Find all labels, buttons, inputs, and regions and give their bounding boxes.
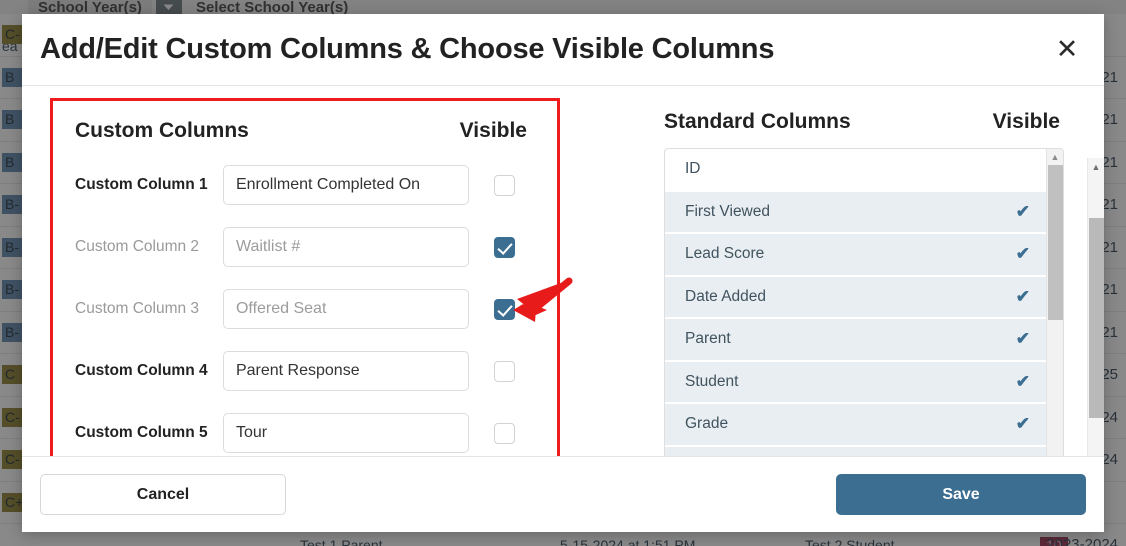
custom-column-name-input[interactable] [222, 227, 469, 267]
custom-column-name-input[interactable] [222, 165, 469, 205]
standard-column-label: ID [685, 160, 701, 178]
triangle-up-icon[interactable]: ▲ [1047, 149, 1063, 164]
visible-checkbox[interactable] [494, 298, 516, 320]
standard-column-row[interactable]: Date Added ✔ [665, 276, 1046, 319]
custom-columns-visible-heading: Visible [459, 119, 527, 142]
custom-columns-dialog: Add/Edit Custom Columns & Choose Visible… [22, 14, 1104, 532]
standard-column-row[interactable]: Lead Score ✔ [665, 234, 1046, 277]
standard-column-label: First Viewed [685, 202, 770, 220]
custom-column-visible-cell [469, 298, 541, 320]
check-icon[interactable]: ✔ [1016, 202, 1030, 222]
cancel-button[interactable]: Cancel [40, 474, 286, 515]
standard-column-row[interactable]: ID [665, 149, 1046, 192]
check-icon[interactable]: ✔ [1016, 329, 1030, 349]
custom-column-row: Custom Column 1 [69, 165, 541, 205]
check-icon[interactable]: ✔ [1016, 414, 1030, 434]
visible-checkbox[interactable] [494, 422, 516, 444]
dialog-body: Custom Columns Visible Custom Column 1Cu… [22, 86, 1104, 456]
standard-columns-list[interactable]: ID First Viewed ✔ Lead Score ✔ Date Added ✔ Par… [665, 149, 1046, 456]
standard-columns-list-container: ID First Viewed ✔ Lead Score ✔ Date Added ✔ Par… [664, 148, 1064, 456]
standard-column-label: Date Added [685, 287, 767, 305]
check-icon[interactable]: ✔ [1016, 287, 1030, 307]
close-icon[interactable]: ✕ [1050, 33, 1084, 67]
custom-column-visible-cell [469, 174, 541, 196]
triangle-up-icon[interactable]: ▲ [1088, 158, 1104, 175]
custom-columns-section: Custom Columns Visible Custom Column 1Cu… [50, 98, 560, 456]
custom-column-label: Custom Column 4 [75, 362, 208, 379]
custom-column-visible-cell [469, 236, 541, 258]
custom-columns-header: Custom Columns Visible [69, 119, 541, 143]
standard-column-row[interactable]: Student ✔ [665, 361, 1046, 404]
custom-column-label: Custom Column 1 [75, 176, 208, 193]
custom-column-label: Custom Column 3 [75, 300, 200, 317]
standard-column-label: Lead Score [685, 245, 765, 263]
custom-column-name-input[interactable] [222, 351, 469, 391]
check-icon[interactable]: ✔ [1016, 372, 1030, 392]
dialog-scrollbar-thumb[interactable] [1089, 218, 1104, 418]
dialog-header: Add/Edit Custom Columns & Choose Visible… [22, 14, 1104, 86]
standard-column-row[interactable] [665, 446, 1046, 456]
dialog-scrollbar[interactable]: ▲ ▼ [1087, 158, 1104, 456]
standard-column-row[interactable]: First Viewed ✔ [665, 191, 1046, 234]
standard-column-row[interactable]: Parent ✔ [665, 319, 1046, 362]
scrollbar-thumb[interactable] [1048, 165, 1063, 320]
visible-checkbox[interactable] [494, 236, 516, 258]
custom-column-name-input[interactable] [222, 413, 469, 453]
standard-column-label: Grade [685, 415, 729, 433]
custom-column-visible-cell [469, 422, 541, 444]
visible-checkbox[interactable] [494, 174, 516, 196]
page-title: Add/Edit Custom Columns & Choose Visible… [40, 33, 775, 65]
custom-column-row: Custom Column 3 [69, 289, 541, 329]
custom-column-label: Custom Column 2 [75, 238, 200, 255]
standard-column-row[interactable]: Grade ✔ [665, 404, 1046, 447]
custom-columns-list: Custom Column 1 Custom Column 2 Custom Col… [69, 165, 541, 453]
standard-column-label: Parent [685, 330, 731, 348]
save-button[interactable]: Save [836, 474, 1086, 515]
custom-column-name-input[interactable] [222, 289, 469, 329]
custom-column-label: Custom Column 5 [75, 424, 208, 441]
custom-column-visible-cell [469, 360, 541, 382]
standard-columns-heading: Standard Columns [664, 110, 851, 133]
standard-columns-visible-heading: Visible [992, 110, 1060, 133]
standard-column-label: Student [685, 372, 739, 390]
standard-columns-scrollbar[interactable]: ▲ [1046, 149, 1063, 456]
dialog-footer: Cancel Save [22, 456, 1104, 532]
custom-columns-heading: Custom Columns [75, 119, 249, 142]
custom-column-row: Custom Column 2 [69, 227, 541, 267]
standard-columns-header: Standard Columns Visible [642, 98, 1072, 134]
custom-column-row: Custom Column 4 [69, 351, 541, 391]
check-icon[interactable]: ✔ [1016, 244, 1030, 264]
visible-checkbox[interactable] [494, 360, 516, 382]
custom-column-row: Custom Column 5 [69, 413, 541, 453]
standard-columns-section: Standard Columns Visible ID First Viewed ✔… [642, 98, 1072, 456]
